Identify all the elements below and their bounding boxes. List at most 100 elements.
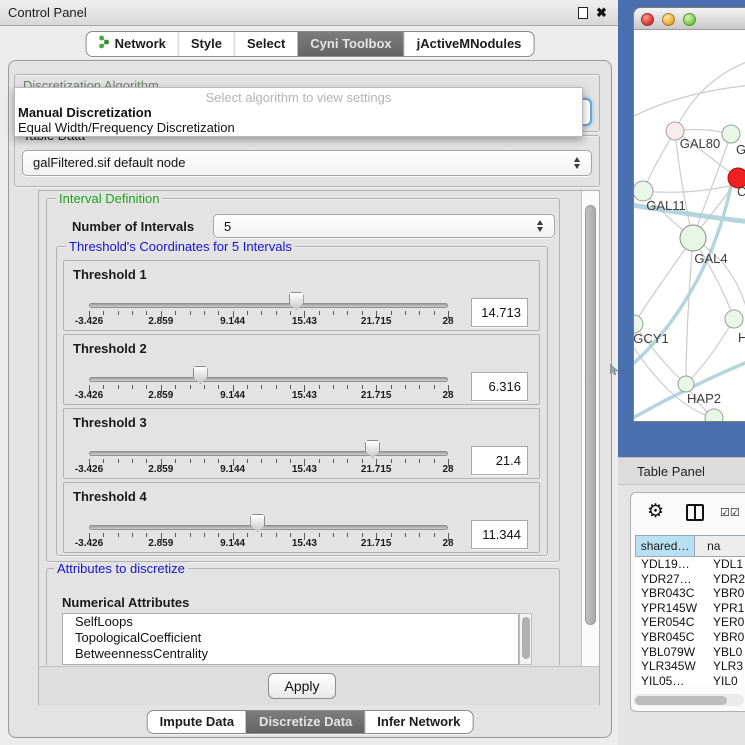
table-cell[interactable]: YBL079W bbox=[635, 645, 707, 660]
table-row[interactable]: YLR345WYLR3 bbox=[635, 659, 745, 674]
apply-button[interactable]: Apply bbox=[268, 673, 336, 699]
vertical-scrollbar[interactable] bbox=[581, 191, 599, 704]
table-cell[interactable]: YLR3 bbox=[707, 659, 745, 674]
threshold-value-field[interactable]: 14.713 bbox=[471, 298, 528, 327]
tab-label: Select bbox=[247, 36, 285, 51]
table-row[interactable]: YBR043CYBR0 bbox=[635, 586, 745, 601]
slider-tick bbox=[362, 533, 363, 537]
scrollbar-thumb[interactable] bbox=[585, 205, 596, 625]
attributes-list-scrollbar[interactable] bbox=[519, 613, 532, 665]
scrollbar-thumb[interactable] bbox=[522, 617, 530, 659]
slider-tick bbox=[247, 385, 248, 389]
column-header-name[interactable]: na bbox=[695, 535, 745, 557]
slider-tick bbox=[362, 459, 363, 463]
tab-select[interactable]: Select bbox=[234, 32, 297, 56]
float-window-icon[interactable] bbox=[578, 7, 588, 19]
threshold-slider-track[interactable] bbox=[89, 377, 448, 382]
tab-discretize-data[interactable]: Discretize Data bbox=[246, 711, 364, 733]
slider-tick bbox=[204, 459, 205, 463]
minimize-traffic-light-icon[interactable] bbox=[662, 13, 675, 26]
table-row[interactable]: YBR045CYBR0 bbox=[635, 630, 745, 645]
network-view-window[interactable]: GAL80GACGAL11GAL4HGCY1HAP2 bbox=[633, 7, 745, 422]
zoom-traffic-light-icon[interactable] bbox=[683, 13, 696, 26]
table-cell[interactable]: YDL19… bbox=[635, 557, 707, 572]
gear-icon[interactable]: ⚙ bbox=[647, 502, 664, 522]
table-horizontal-scrollbar[interactable] bbox=[633, 694, 744, 706]
table-cell[interactable]: YDL1 bbox=[707, 557, 745, 572]
table-cell[interactable]: YER0 bbox=[707, 615, 745, 630]
tab-label: Infer Network bbox=[377, 714, 460, 729]
control-panel: Control Panel ✖ Network Style Select Cyn… bbox=[0, 0, 620, 745]
slider-tick bbox=[103, 533, 104, 537]
attribute-list-item[interactable]: BetweennessCentrality bbox=[63, 646, 518, 662]
attribute-list-item[interactable]: TopologicalCoefficient bbox=[63, 630, 518, 646]
slider-tick bbox=[103, 385, 104, 389]
slider-tick-label: 15.43 bbox=[279, 390, 329, 401]
threshold-value-field[interactable]: 11.344 bbox=[471, 520, 528, 549]
threshold-slider-track[interactable] bbox=[89, 525, 448, 530]
network-node[interactable] bbox=[722, 125, 740, 143]
column-header-shared-name[interactable]: shared… bbox=[635, 535, 695, 557]
tab-cyni-toolbox[interactable]: Cyni Toolbox bbox=[297, 32, 403, 56]
slider-tick bbox=[190, 459, 191, 463]
slider-tick bbox=[290, 459, 291, 463]
table-cell[interactable]: YIL0 bbox=[707, 674, 745, 687]
threshold-value-field[interactable]: 21.4 bbox=[471, 446, 528, 475]
table-row[interactable]: YER054CYER0 bbox=[635, 615, 745, 630]
tab-infer-network[interactable]: Infer Network bbox=[364, 711, 472, 733]
table-row[interactable]: YBL079WYBL0 bbox=[635, 645, 745, 660]
slider-tick bbox=[276, 533, 277, 537]
table-cell[interactable]: YPR1 bbox=[707, 601, 745, 616]
dropdown-option-equal-width-frequency[interactable]: Equal Width/Frequency Discretization bbox=[18, 120, 235, 135]
table-body[interactable]: YDL19…YDL1YDR27…YDR2YBR043CYBR0YPR145WYP… bbox=[635, 557, 745, 687]
table-cell[interactable]: YER054C bbox=[635, 615, 707, 630]
network-node[interactable] bbox=[678, 376, 694, 392]
checkbox-icons[interactable]: ☑☑ bbox=[720, 506, 740, 519]
slider-tick bbox=[103, 311, 104, 315]
scrollbar-thumb[interactable] bbox=[635, 696, 727, 705]
table-row[interactable]: YDL19…YDL1 bbox=[635, 557, 745, 572]
slider-tick bbox=[347, 459, 348, 463]
slider-tick bbox=[419, 533, 420, 537]
tab-style[interactable]: Style bbox=[178, 32, 234, 56]
network-canvas[interactable]: GAL80GACGAL11GAL4HGCY1HAP2 bbox=[634, 30, 745, 422]
number-of-intervals-spinner[interactable]: 5 bbox=[213, 214, 555, 238]
threshold-slider-track[interactable] bbox=[89, 451, 448, 456]
slider-tick bbox=[247, 459, 248, 463]
slider-tick bbox=[132, 533, 133, 537]
table-row[interactable]: YPR145WYPR1 bbox=[635, 601, 745, 616]
table-cell[interactable]: YPR145W bbox=[635, 601, 707, 616]
tab-impute-data[interactable]: Impute Data bbox=[148, 711, 246, 733]
tab-jactivemnodules[interactable]: jActiveMNodules bbox=[404, 32, 534, 56]
table-cell[interactable]: YBR0 bbox=[707, 586, 745, 601]
threshold-value-field[interactable]: 6.316 bbox=[471, 372, 528, 401]
close-icon[interactable]: ✖ bbox=[596, 5, 607, 21]
network-node[interactable] bbox=[705, 409, 723, 422]
table-cell[interactable]: YDR27… bbox=[635, 572, 707, 587]
table-cell[interactable]: YIL05… bbox=[635, 674, 707, 687]
table-cell[interactable]: YBR043C bbox=[635, 586, 707, 601]
slider-tick bbox=[419, 459, 420, 463]
split-column-icon[interactable] bbox=[686, 504, 704, 521]
slider-tick-label: 9.144 bbox=[208, 390, 258, 401]
table-data-combobox[interactable]: galFiltered.sif default node bbox=[22, 150, 592, 176]
table-cell[interactable]: YBL0 bbox=[707, 645, 745, 660]
table-row[interactable]: YIL05…YIL0 bbox=[635, 674, 745, 687]
slider-tick-label: 28 bbox=[423, 316, 473, 327]
threshold-label: Threshold 2 bbox=[73, 341, 147, 356]
table-row[interactable]: YDR27…YDR2 bbox=[635, 572, 745, 587]
tab-network[interactable]: Network bbox=[87, 32, 178, 56]
table-cell[interactable]: YLR345W bbox=[635, 659, 707, 674]
numerical-attributes-list[interactable]: SelfLoopsTopologicalCoefficientBetweenne… bbox=[62, 613, 519, 665]
dropdown-option-manual-discretization[interactable]: Manual Discretization bbox=[18, 105, 152, 120]
table-cell[interactable]: YDR2 bbox=[707, 572, 745, 587]
close-traffic-light-icon[interactable] bbox=[641, 13, 654, 26]
threshold-slider-track[interactable] bbox=[89, 303, 448, 308]
slider-tick bbox=[319, 459, 320, 463]
network-node[interactable] bbox=[725, 310, 743, 328]
network-node[interactable] bbox=[680, 225, 706, 251]
table-cell[interactable]: YBR0 bbox=[707, 630, 745, 645]
table-cell[interactable]: YBR045C bbox=[635, 630, 707, 645]
attribute-list-item[interactable]: SelfLoops bbox=[63, 614, 518, 630]
slider-tick bbox=[391, 311, 392, 315]
